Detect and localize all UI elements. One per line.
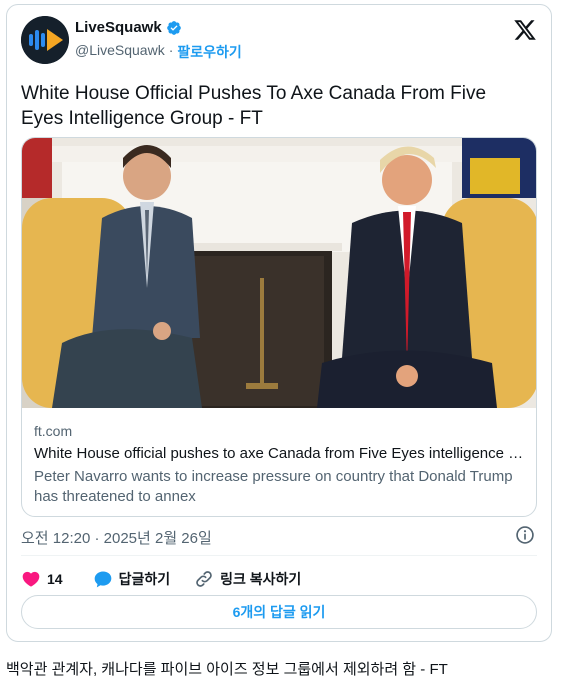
divider	[21, 555, 537, 556]
author-name-row[interactable]: LiveSquawk	[75, 19, 182, 36]
follow-button[interactable]: 팔로우하기	[177, 42, 241, 62]
author-avatar[interactable]	[21, 16, 69, 64]
link-description: Peter Navarro wants to increase pressure…	[34, 468, 513, 505]
tweet-actions: 14 답글하기 링크 복사하기	[21, 567, 301, 591]
tweet-embed-card: LiveSquawk @LiveSquawk · 팔로우하기 White Hou…	[6, 4, 552, 642]
link-domain: ft.com	[34, 423, 73, 439]
verified-badge-icon	[166, 20, 181, 35]
like-count: 14	[47, 571, 63, 587]
heart-icon	[22, 571, 40, 587]
author-name[interactable]: LiveSquawk	[75, 19, 162, 36]
info-icon[interactable]	[515, 525, 535, 545]
tweet-timestamp[interactable]: 오전 12:20 · 2025년 2월 26일	[21, 527, 212, 548]
like-button[interactable]: 14	[21, 569, 63, 589]
reply-bubble-icon	[94, 571, 111, 588]
tweet-text: White House Official Pushes To Axe Canad…	[21, 83, 487, 129]
separator-dot: ·	[168, 42, 174, 58]
author-handle[interactable]: @LiveSquawk	[75, 42, 165, 62]
copy-link-label: 링크 복사하기	[220, 571, 302, 587]
livesquawk-logo-icon	[21, 16, 69, 64]
article-photo	[22, 138, 536, 408]
reply-label: 답글하기	[118, 571, 171, 587]
read-replies-button[interactable]: 6개의 답글 읽기	[21, 595, 537, 629]
link-icon	[196, 571, 212, 587]
copy-link-button[interactable]: 링크 복사하기	[194, 569, 301, 589]
author-handle-row: @LiveSquawk · 팔로우하기	[75, 42, 242, 62]
reply-button[interactable]: 답글하기	[93, 569, 171, 589]
post-caption: 백악관 관계자, 캐나다를 파이브 아이즈 정보 그룹에서 제외하려 함 - F…	[6, 661, 448, 678]
x-logo-icon[interactable]	[513, 18, 537, 42]
link-preview-card[interactable]: ft.com White House official pushes to ax…	[21, 137, 537, 517]
link-title: White House official pushes to axe Canad…	[34, 445, 528, 462]
